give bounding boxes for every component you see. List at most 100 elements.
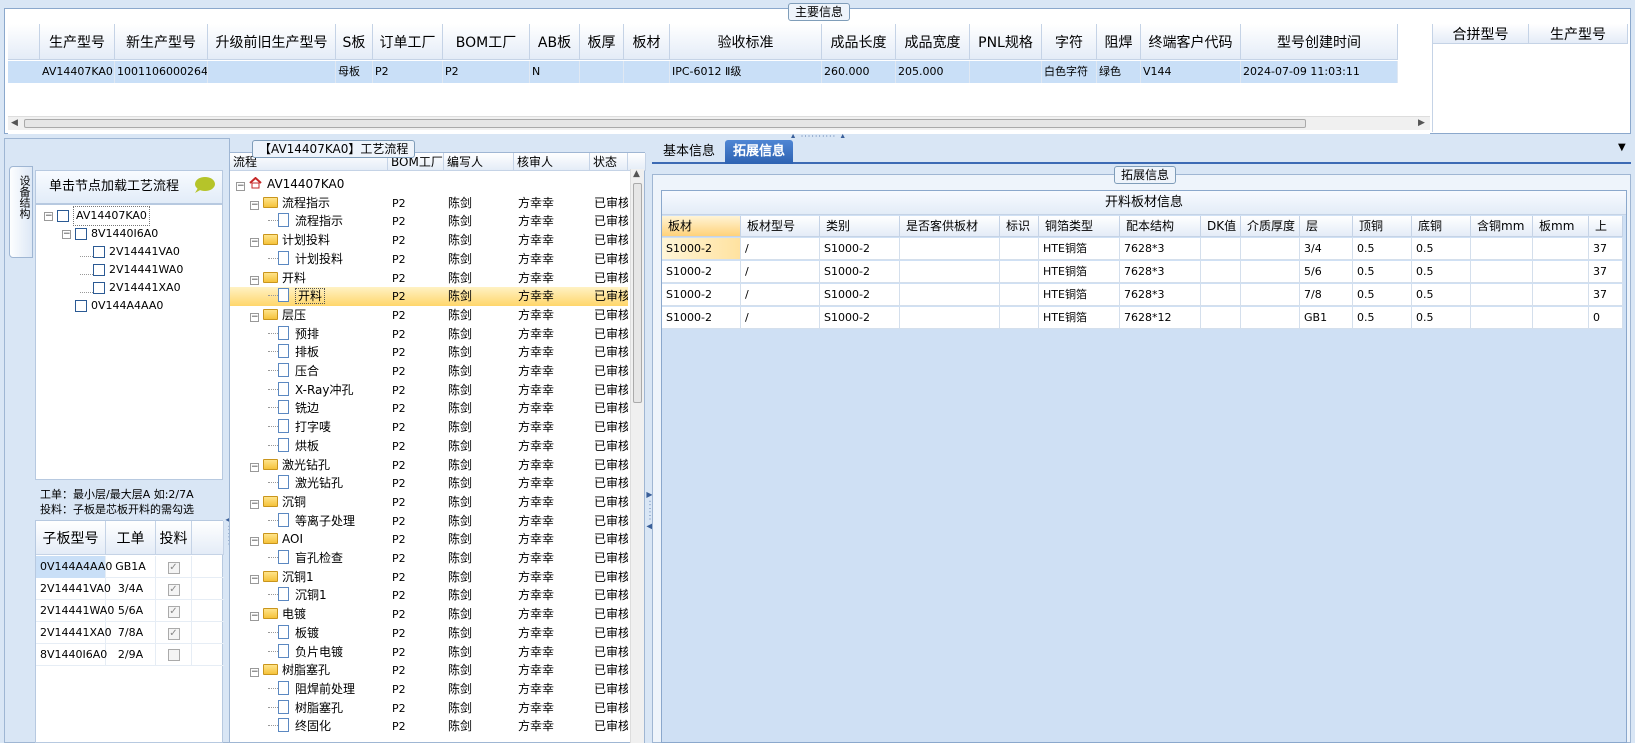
material-cell[interactable] xyxy=(1201,307,1241,329)
material-col-header[interactable]: 板mm xyxy=(1533,216,1589,237)
main-cell[interactable]: IPC-6012 Ⅱ级 xyxy=(670,61,822,83)
process-row[interactable]: 预排 P2 陈剑 方幸幸 已审核 xyxy=(230,325,628,344)
material-cell[interactable] xyxy=(1201,284,1241,306)
main-col-header[interactable]: 新生产型号 xyxy=(115,24,208,60)
sub-col-header[interactable]: 工单 xyxy=(106,521,156,555)
material-cell[interactable]: / xyxy=(741,238,820,260)
node-checkbox[interactable] xyxy=(93,264,105,276)
sub-board-grid[interactable]: 子板型号 工单 投料 0V144A4AA0 GB1A ✓ 2V14441VA0 3/4A ✓ 2V… xyxy=(35,520,224,743)
main-col-header[interactable]: PNL规格 xyxy=(970,24,1042,60)
structure-vertical-tab[interactable]: 设备结构 xyxy=(9,166,33,258)
material-cell[interactable] xyxy=(1000,238,1039,260)
main-col-header[interactable]: 板厚 xyxy=(580,24,624,60)
main-col-header[interactable]: S板 xyxy=(336,24,373,60)
material-cell[interactable]: GB1 xyxy=(1300,307,1353,329)
main-col-header[interactable]: 终端客户代码 xyxy=(1141,24,1241,60)
material-cell[interactable]: 5/6 xyxy=(1300,261,1353,283)
material-col-header[interactable]: 板材 xyxy=(662,216,741,237)
process-row[interactable]: 终固化 P2 陈剑 方幸幸 已审核 xyxy=(230,717,628,736)
material-cell[interactable]: 7628*3 xyxy=(1120,284,1201,306)
process-row[interactable]: − 沉铜 P2 陈剑 方幸幸 已审核 xyxy=(230,493,628,512)
process-row[interactable]: 流程指示 P2 陈剑 方幸幸 已审核 xyxy=(230,212,628,231)
process-row[interactable]: 计划投料 P2 陈剑 方幸幸 已审核 xyxy=(230,250,628,269)
node-checkbox[interactable] xyxy=(75,228,87,240)
process-row[interactable]: − 沉铜1 P2 陈剑 方幸幸 已审核 xyxy=(230,568,628,587)
sub-board-row[interactable]: 2V14441XA0 7/8A ✓ xyxy=(36,622,224,644)
process-row[interactable]: 负片电镀 P2 陈剑 方幸幸 已审核 xyxy=(230,643,628,662)
material-cell[interactable]: S1000-2 xyxy=(662,284,741,306)
merge-model-grid[interactable]: 合拼型号 生产型号 xyxy=(1432,24,1628,132)
material-cell[interactable] xyxy=(1241,284,1300,306)
material-cell[interactable]: 0.5 xyxy=(1353,261,1412,283)
structure-node[interactable]: 2V14441VA0 xyxy=(80,243,180,261)
process-row[interactable]: 压合 P2 陈剑 方幸幸 已审核 xyxy=(230,362,628,381)
material-cell[interactable] xyxy=(1471,307,1533,329)
material-cell[interactable]: HTE铜箔 xyxy=(1039,238,1120,260)
material-col-header[interactable]: 介质厚度 xyxy=(1241,216,1300,237)
process-row[interactable]: − 流程指示 P2 陈剑 方幸幸 已审核 xyxy=(230,194,628,213)
main-cell[interactable]: 母板 xyxy=(336,61,373,83)
material-cell[interactable]: 37 xyxy=(1589,238,1623,260)
main-col-header[interactable]: 阻焊 xyxy=(1097,24,1141,60)
material-cell[interactable]: S1000-2 xyxy=(820,284,900,306)
feed-checkbox[interactable] xyxy=(167,649,180,661)
process-row[interactable]: − AOI P2 陈剑 方幸幸 已审核 xyxy=(230,530,628,549)
process-row[interactable]: 烘板 P2 陈剑 方幸幸 已审核 xyxy=(230,437,628,456)
material-cell[interactable] xyxy=(1000,307,1039,329)
scroll-right-arrow-icon[interactable]: ▶ xyxy=(1418,118,1425,128)
sub-col-header[interactable]: 投料 xyxy=(156,521,192,555)
process-row[interactable]: − 计划投料 P2 陈剑 方幸幸 已审核 xyxy=(230,231,628,250)
process-tree-grid[interactable]: 流程 BOM工厂 编写人 核审人 状态 − AV14407KA0− 流程指示 P2 陈剑 方幸幸 已审… xyxy=(229,152,646,743)
sub-board-row[interactable]: 0V144A4AA0 GB1A ✓ xyxy=(36,556,224,578)
material-cell[interactable]: 0.5 xyxy=(1412,261,1471,283)
sub-board-row[interactable]: 2V14441WA0 5/6A ✓ xyxy=(36,600,224,622)
structure-node[interactable]: 2V14441XA0 xyxy=(80,279,181,297)
collapse-icon[interactable]: − xyxy=(250,312,259,322)
material-col-header[interactable]: 标识 xyxy=(1000,216,1039,237)
main-cell[interactable]: P2 xyxy=(373,61,443,83)
material-cell[interactable]: S1000-2 xyxy=(662,261,741,283)
node-checkbox[interactable] xyxy=(57,210,69,222)
process-row[interactable]: − 激光钻孔 P2 陈剑 方幸幸 已审核 xyxy=(230,456,628,475)
main-cell[interactable]: 10011060002645 xyxy=(115,61,208,83)
material-cell[interactable]: 0.5 xyxy=(1353,307,1412,329)
process-row[interactable]: X-Ray冲孔 P2 陈剑 方幸幸 已审核 xyxy=(230,381,628,400)
main-cell[interactable] xyxy=(624,61,670,83)
main-cell[interactable]: 白色字符 xyxy=(1042,61,1097,83)
process-row[interactable]: 沉铜1 P2 陈剑 方幸幸 已审核 xyxy=(230,586,628,605)
process-row[interactable]: − 树脂塞孔 P2 陈剑 方幸幸 已审核 xyxy=(230,661,628,680)
process-vertical-scrollbar[interactable]: ▲ xyxy=(630,169,644,743)
collapse-icon[interactable]: − xyxy=(250,574,259,584)
material-cell[interactable]: S1000-2 xyxy=(820,261,900,283)
material-col-header[interactable]: 类别 xyxy=(820,216,900,237)
scroll-left-arrow-icon[interactable]: ◀ xyxy=(11,118,18,128)
main-cell[interactable]: AV14407KA0 xyxy=(40,61,115,83)
scroll-up-arrow-icon[interactable]: ▲ xyxy=(633,169,640,179)
process-row[interactable]: 板镀 P2 陈剑 方幸幸 已审核 xyxy=(230,624,628,643)
material-cell[interactable]: 0 xyxy=(1589,307,1623,329)
process-row[interactable]: − AV14407KA0 xyxy=(230,175,628,194)
process-row[interactable]: 铣边 P2 陈剑 方幸幸 已审核 xyxy=(230,399,628,418)
material-cell[interactable]: / xyxy=(741,307,820,329)
material-col-header[interactable]: 底铜 xyxy=(1412,216,1471,237)
main-cell[interactable]: V144 xyxy=(1141,61,1241,83)
process-col-header[interactable]: 编写人 xyxy=(444,153,514,171)
sub-board-row[interactable]: 2V14441VA0 3/4A ✓ xyxy=(36,578,224,600)
material-cell[interactable]: 37 xyxy=(1589,284,1623,306)
material-col-header[interactable]: 顶铜 xyxy=(1353,216,1412,237)
main-cell[interactable]: P2 xyxy=(443,61,530,83)
merge-col-header[interactable]: 合拼型号 xyxy=(1433,24,1529,44)
main-grid-horizontal-scrollbar[interactable]: ◀ ▶ xyxy=(8,116,1430,130)
process-row[interactable]: 树脂塞孔 P2 陈剑 方幸幸 已审核 xyxy=(230,699,628,718)
feed-checkbox[interactable]: ✓ xyxy=(167,584,180,596)
collapse-icon[interactable]: − xyxy=(250,275,259,285)
collapse-icon[interactable]: − xyxy=(250,499,259,509)
main-col-header[interactable]: 验收标准 xyxy=(670,24,822,60)
collapse-icon[interactable]: − xyxy=(250,462,259,472)
material-cell[interactable]: S1000-2 xyxy=(820,307,900,329)
structure-node-label[interactable]: AV14407KA0 xyxy=(73,206,150,226)
sub-col-header[interactable]: 子板型号 xyxy=(36,521,106,555)
main-col-header[interactable]: 成品长度 xyxy=(822,24,896,60)
node-checkbox[interactable] xyxy=(93,246,105,258)
material-cell[interactable] xyxy=(900,307,1000,329)
